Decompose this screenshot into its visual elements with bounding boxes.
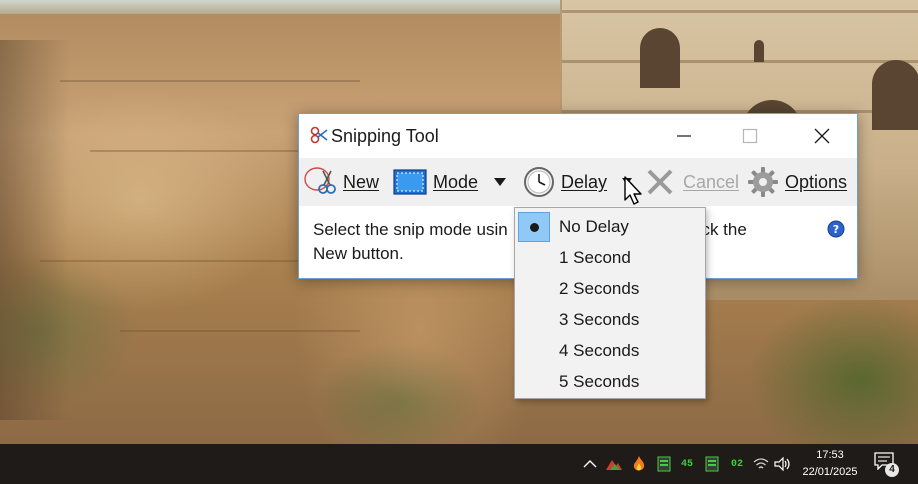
wallpaper-rock-line: [120, 330, 360, 332]
action-center-button[interactable]: 4: [874, 452, 899, 477]
menu-item-no-delay[interactable]: No Delay: [517, 211, 703, 242]
minimize-icon: [677, 135, 691, 137]
hardware-monitor-icon: [705, 456, 719, 472]
close-icon: [814, 128, 830, 144]
svg-text:?: ?: [833, 223, 839, 236]
show-hidden-icons-button[interactable]: [580, 444, 600, 484]
menu-item-label: 5 Seconds: [559, 372, 640, 391]
menu-item-4-seconds[interactable]: 4 Seconds: [517, 335, 703, 366]
tray-temperature-reading[interactable]: 45: [676, 444, 698, 484]
minimize-button[interactable]: [661, 114, 707, 158]
menu-item-5-seconds[interactable]: 5 Seconds: [517, 366, 703, 397]
new-snip-scissors-icon: [304, 167, 336, 194]
wallpaper-rock-line: [90, 150, 310, 152]
clock-time: 17:53: [816, 449, 844, 461]
flame-icon: [633, 456, 645, 471]
wallpaper-rock-line: [60, 80, 360, 82]
mode-label: Mode: [433, 171, 479, 192]
mode-button[interactable]: Mode: [393, 158, 478, 206]
delay-button[interactable]: Delay: [523, 158, 607, 206]
hardware-monitor-icon: [657, 456, 671, 472]
instruction-line-1: Select the snip mode usin: [313, 220, 508, 239]
scissors-icon: [310, 126, 328, 144]
cancel-button[interactable]: Cancel: [645, 158, 739, 206]
cancel-label: Cancel: [683, 171, 740, 192]
title-bar[interactable]: Snipping Tool: [299, 114, 857, 158]
menu-item-label: 3 Seconds: [559, 310, 640, 329]
tray-app-flame[interactable]: [628, 444, 650, 484]
rectangular-snip-icon: [393, 169, 427, 195]
new-label: New: [343, 171, 380, 192]
new-button[interactable]: New: [303, 158, 379, 206]
wallpaper-shadow: [0, 40, 70, 420]
wifi-icon: [753, 458, 769, 469]
chevron-up-icon: [583, 460, 597, 468]
delay-dropdown-menu: No Delay 1 Second 2 Seconds 3 Seconds 4 …: [514, 207, 706, 399]
tray-app-mountain[interactable]: [603, 444, 625, 484]
mode-dropdown-arrow[interactable]: [493, 158, 507, 206]
tray-monitor-2[interactable]: [702, 444, 722, 484]
instruction-line-2: New button.: [313, 244, 404, 263]
help-icon[interactable]: ?: [827, 220, 845, 238]
taskbar: 45 02 17:53 22/01/2025 4: [0, 444, 918, 484]
cancel-x-icon: [647, 169, 673, 195]
network-button[interactable]: [751, 444, 771, 484]
mouse-cursor-icon: [624, 176, 642, 205]
options-button[interactable]: Options: [747, 158, 847, 206]
volume-button[interactable]: [773, 444, 793, 484]
tray-number: 45: [680, 458, 693, 470]
menu-item-checkmark: [518, 212, 550, 242]
radio-dot-icon: [530, 223, 539, 232]
speaker-icon: [774, 457, 790, 471]
tray-usage-reading[interactable]: 02: [726, 444, 748, 484]
tray-monitor-1[interactable]: [654, 444, 674, 484]
menu-item-1-second[interactable]: 1 Second: [517, 242, 703, 273]
menu-item-label: No Delay: [559, 217, 629, 236]
clock-date: 22/01/2025: [802, 466, 858, 478]
close-button[interactable]: [799, 114, 845, 158]
notification-count-badge: 4: [885, 463, 899, 477]
tray-number: 02: [730, 458, 743, 470]
menu-item-3-seconds[interactable]: 3 Seconds: [517, 304, 703, 335]
taskbar-clock[interactable]: 17:53 22/01/2025: [798, 447, 862, 481]
menu-item-label: 4 Seconds: [559, 341, 640, 360]
menu-item-2-seconds[interactable]: 2 Seconds: [517, 273, 703, 304]
delay-label: Delay: [561, 171, 608, 192]
wallpaper-rock-line: [40, 260, 300, 262]
caret-down-icon: [494, 178, 506, 186]
gear-icon: [748, 167, 778, 197]
toolbar: New Mode Delay Cancel Options: [299, 158, 857, 206]
clock-icon: [524, 167, 554, 197]
options-label: Options: [785, 171, 848, 192]
mountain-app-icon: [606, 460, 622, 470]
menu-item-label: 2 Seconds: [559, 279, 640, 298]
maximize-button[interactable]: [727, 114, 773, 158]
window-title: Snipping Tool: [331, 126, 439, 146]
maximize-icon: [742, 128, 758, 144]
menu-item-label: 1 Second: [559, 248, 631, 267]
